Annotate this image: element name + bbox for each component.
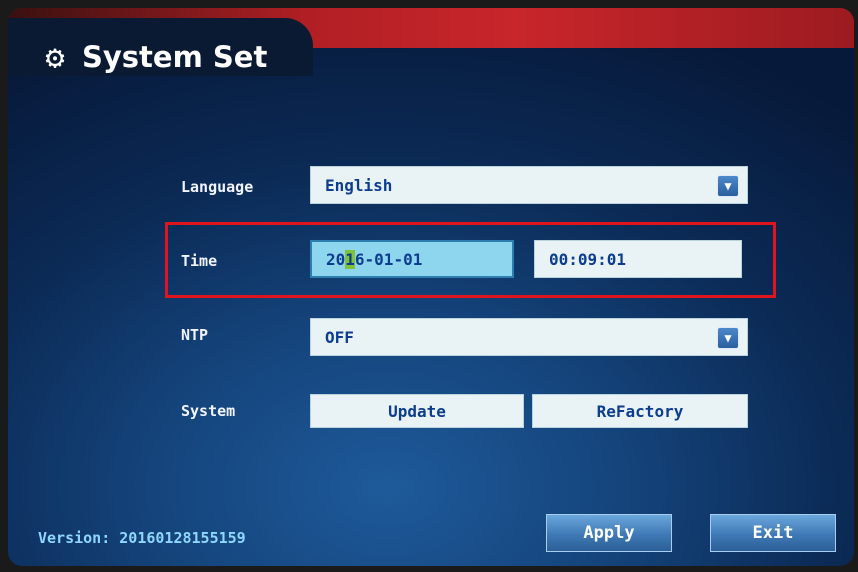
version-text: Version: 20160128155159 bbox=[38, 529, 246, 547]
language-value: English bbox=[325, 175, 393, 195]
text-cursor: 1 bbox=[345, 249, 355, 269]
chevron-down-icon[interactable]: ▼ bbox=[717, 327, 739, 349]
date-part-2: 6-01-01 bbox=[354, 249, 423, 269]
ntp-select[interactable]: OFF ▼ bbox=[310, 318, 748, 356]
time-label: Time bbox=[181, 252, 218, 270]
clock-value: 00:09:01 bbox=[549, 249, 627, 269]
gear-icon: ⚙ bbox=[45, 38, 65, 76]
title-tab: ⚙ System Set bbox=[8, 18, 313, 76]
update-button[interactable]: Update bbox=[310, 394, 524, 428]
system-label: System bbox=[181, 402, 236, 420]
device-screen: ⚙ System Set Language English ▼ Time 20 1… bbox=[8, 8, 854, 566]
chevron-down-icon[interactable]: ▼ bbox=[717, 175, 739, 197]
date-field[interactable]: 20 1 6-01-01 bbox=[310, 240, 514, 278]
apply-button[interactable]: Apply bbox=[546, 514, 672, 552]
refactory-button[interactable]: ReFactory bbox=[532, 394, 748, 428]
clock-field[interactable]: 00:09:01 bbox=[534, 240, 742, 278]
exit-button[interactable]: Exit bbox=[710, 514, 836, 552]
language-label: Language bbox=[181, 178, 254, 196]
page-title: System Set bbox=[82, 40, 268, 74]
ntp-label: NTP bbox=[181, 326, 209, 344]
ntp-value: OFF bbox=[325, 327, 354, 347]
language-select[interactable]: English ▼ bbox=[310, 166, 748, 204]
date-part-1: 20 bbox=[326, 249, 346, 269]
